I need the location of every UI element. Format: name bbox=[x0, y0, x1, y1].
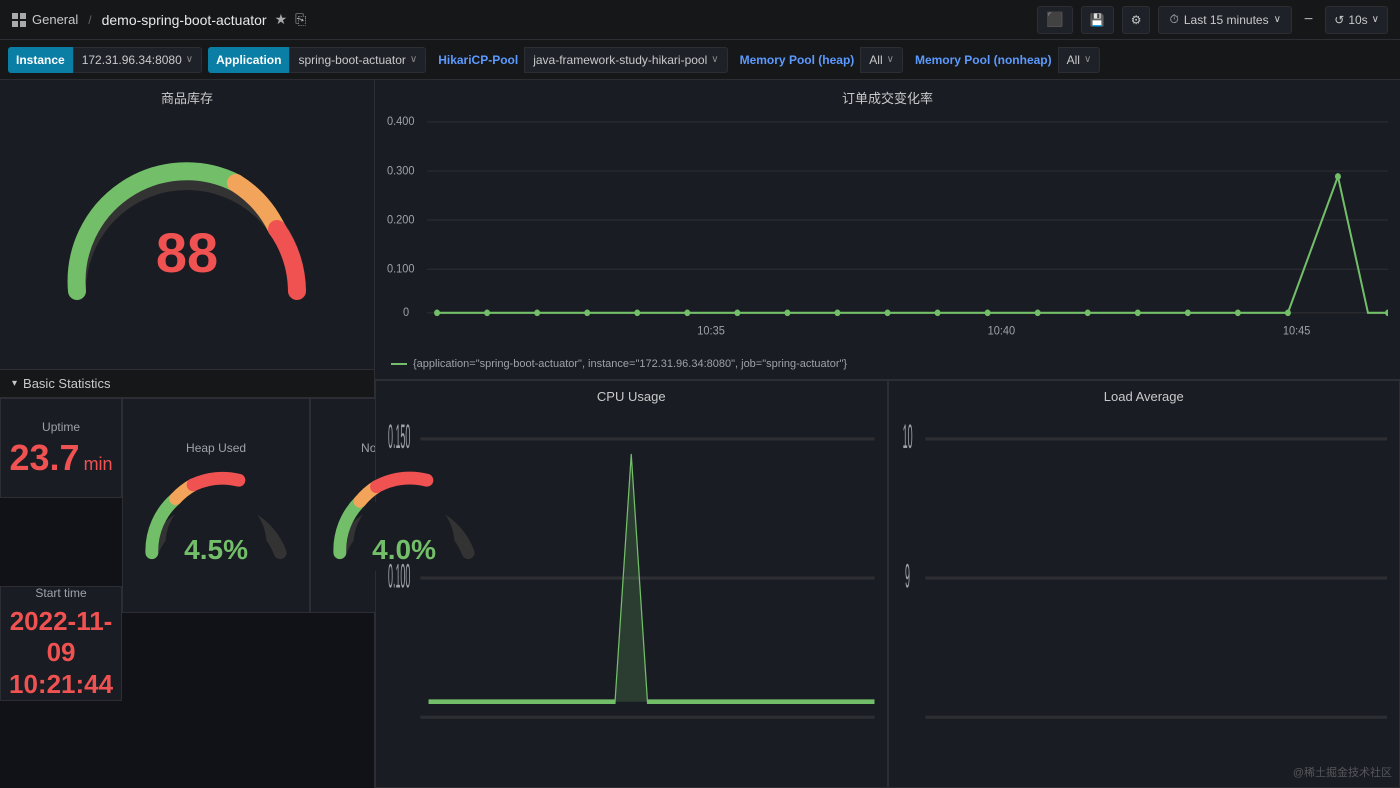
inventory-gauge: 88 bbox=[47, 121, 327, 301]
bottom-charts: CPU Usage 0.150 0.100 bbox=[375, 380, 1400, 788]
general-label: General bbox=[32, 12, 78, 27]
topbar: General / demo-spring-boot-actuator ★ ⎘ … bbox=[0, 0, 1400, 40]
svg-text:10:45: 10:45 bbox=[1283, 325, 1311, 338]
memory-heap-label: Memory Pool (heap) bbox=[734, 47, 861, 73]
memory-nonheap-label: Memory Pool (nonheap) bbox=[909, 47, 1058, 73]
load-chart-title: Load Average bbox=[901, 389, 1388, 404]
chevron-down-icon: ∨ bbox=[711, 54, 718, 65]
grid-icon bbox=[12, 13, 26, 27]
app-logo: General bbox=[12, 12, 78, 27]
cpu-chart-svg: 0.150 0.100 bbox=[388, 408, 875, 779]
application-filter: Application spring-boot-actuator ∨ bbox=[208, 47, 426, 73]
memory-nonheap-dropdown[interactable]: All ∨ bbox=[1058, 47, 1101, 73]
refresh-icon: ↺ bbox=[1334, 13, 1344, 27]
start-time-title: Start time bbox=[35, 586, 86, 600]
heap-value: 4.5% bbox=[184, 534, 248, 566]
svg-text:0.150: 0.150 bbox=[388, 418, 410, 456]
svg-text:10: 10 bbox=[902, 418, 912, 456]
load-chart-panel: Load Average 10 9 bbox=[888, 380, 1400, 788]
section-title: Basic Statistics bbox=[23, 376, 110, 391]
order-chart-panel: 订单成交变化率 0.400 0.300 0.200 0.100 0 10 bbox=[375, 80, 1400, 380]
start-time-value: 10:21:44 bbox=[9, 669, 113, 700]
cpu-chart-title: CPU Usage bbox=[388, 389, 875, 404]
load-chart-area: 10 9 bbox=[901, 408, 1388, 779]
gauge-numeric-value: 88 bbox=[156, 225, 218, 281]
star-icon[interactable]: ★ bbox=[275, 11, 288, 28]
heap-gauge: 4.5% bbox=[131, 461, 301, 571]
order-chart-svg: 0.400 0.300 0.200 0.100 0 10:35 10:40 10… bbox=[387, 111, 1388, 351]
svg-text:0.300: 0.300 bbox=[387, 165, 415, 178]
hikari-filter: HikariCP-Pool java-framework-study-hikar… bbox=[432, 47, 727, 73]
svg-text:0: 0 bbox=[403, 307, 409, 320]
legend-line-icon bbox=[391, 363, 407, 365]
add-panel-button[interactable]: ⬛ bbox=[1037, 6, 1072, 34]
chevron-down-icon: ∨ bbox=[410, 54, 417, 65]
chevron-down-icon: ∨ bbox=[887, 54, 894, 65]
order-chart-title: 订单成交变化率 bbox=[387, 88, 1388, 107]
filterbar: Instance 172.31.96.34:8080 ∨ Application… bbox=[0, 40, 1400, 80]
time-range-label: Last 15 minutes bbox=[1184, 13, 1269, 27]
legend-text: {application="spring-boot-actuator", ins… bbox=[413, 358, 847, 370]
instance-filter: Instance 172.31.96.34:8080 ∨ bbox=[8, 47, 202, 73]
svg-text:0.100: 0.100 bbox=[387, 263, 415, 276]
start-date: 2022-11-09 bbox=[9, 606, 113, 668]
left-column: 商品库存 88 ▾ Basic Statis bbox=[0, 80, 375, 788]
breadcrumb-sep: / bbox=[88, 13, 91, 27]
svg-text:10:40: 10:40 bbox=[988, 325, 1016, 338]
collapse-arrow-icon: ▾ bbox=[12, 378, 17, 389]
heap-gauge-block: Heap Used 4.5% bbox=[122, 398, 310, 613]
share-icon[interactable]: ⎘ bbox=[295, 11, 306, 28]
gauge-panel-title: 商品库存 bbox=[161, 88, 213, 107]
application-label: Application bbox=[208, 47, 289, 73]
memory-nonheap-filter: Memory Pool (nonheap) All ∨ bbox=[909, 47, 1100, 73]
order-chart-legend: {application="spring-boot-actuator", ins… bbox=[387, 354, 1388, 370]
memory-heap-filter: Memory Pool (heap) All ∨ bbox=[734, 47, 903, 73]
basic-stats-section-header[interactable]: ▾ Basic Statistics bbox=[0, 370, 374, 398]
clock-icon: ⏱ bbox=[1169, 12, 1178, 27]
time-range-button[interactable]: ⏱ Last 15 minutes ∨ bbox=[1158, 6, 1291, 34]
dashboard-name: demo-spring-boot-actuator bbox=[102, 12, 267, 28]
svg-text:0.100: 0.100 bbox=[388, 557, 410, 595]
uptime-unit: min bbox=[84, 454, 113, 475]
hikari-value-dropdown[interactable]: java-framework-study-hikari-pool ∨ bbox=[524, 47, 727, 73]
uptime-value: 23.7 bbox=[9, 440, 79, 476]
svg-text:10:35: 10:35 bbox=[697, 325, 725, 338]
cpu-chart-panel: CPU Usage 0.150 0.100 bbox=[375, 380, 888, 788]
uptime-block: Uptime 23.7 min bbox=[0, 398, 122, 498]
instance-label: Instance bbox=[8, 47, 73, 73]
svg-text:0.400: 0.400 bbox=[387, 116, 415, 129]
refresh-button[interactable]: ↺ 10s ∨ bbox=[1325, 6, 1388, 34]
refresh-interval: 10s bbox=[1348, 13, 1367, 27]
order-chart-area: 0.400 0.300 0.200 0.100 0 10:35 10:40 10… bbox=[387, 111, 1388, 371]
svg-text:0.200: 0.200 bbox=[387, 214, 415, 227]
add-panel-icon: ⬛ bbox=[1046, 11, 1063, 28]
start-time-block: Start time 2022-11-09 10:21:44 bbox=[0, 586, 122, 701]
uptime-title: Uptime bbox=[42, 420, 80, 434]
chevron-down-icon: ∨ bbox=[186, 54, 193, 65]
load-chart-svg: 10 9 bbox=[901, 408, 1388, 779]
stats-grid: Uptime 23.7 min Heap Used bbox=[0, 398, 374, 788]
cpu-chart-area: 0.150 0.100 bbox=[388, 408, 875, 779]
zoom-out-button[interactable]: − bbox=[1300, 9, 1317, 31]
chevron-down-icon: ∨ bbox=[1274, 14, 1281, 25]
heap-title: Heap Used bbox=[186, 441, 246, 455]
save-button[interactable]: 💾 bbox=[1081, 6, 1114, 34]
svg-text:9: 9 bbox=[905, 557, 910, 595]
watermark: @稀土掘金技术社区 bbox=[1293, 764, 1392, 780]
memory-heap-dropdown[interactable]: All ∨ bbox=[860, 47, 903, 73]
instance-value-dropdown[interactable]: 172.31.96.34:8080 ∨ bbox=[73, 47, 202, 73]
right-column: 订单成交变化率 0.400 0.300 0.200 0.100 0 10 bbox=[375, 80, 1400, 788]
topbar-right: ⬛ 💾 ⚙ ⏱ Last 15 minutes ∨ − ↺ 10s ∨ bbox=[1037, 6, 1388, 34]
gear-icon: ⚙ bbox=[1131, 13, 1142, 27]
chevron-down-icon: ∨ bbox=[1084, 54, 1091, 65]
refresh-arrow-icon: ∨ bbox=[1372, 14, 1379, 25]
save-icon: 💾 bbox=[1090, 13, 1105, 27]
inventory-gauge-panel: 商品库存 88 bbox=[0, 80, 374, 370]
hikari-label: HikariCP-Pool bbox=[432, 47, 524, 73]
settings-button[interactable]: ⚙ bbox=[1122, 6, 1151, 34]
main-content: 商品库存 88 ▾ Basic Statis bbox=[0, 80, 1400, 788]
application-value-dropdown[interactable]: spring-boot-actuator ∨ bbox=[289, 47, 426, 73]
